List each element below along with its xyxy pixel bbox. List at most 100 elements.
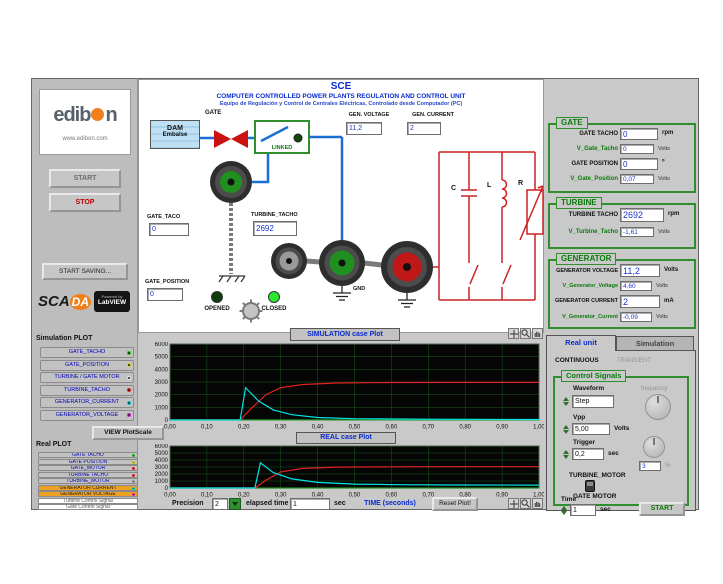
start-button[interactable]: START bbox=[49, 169, 121, 188]
vpp-label: Vpp bbox=[573, 414, 585, 421]
capacitor-label: C bbox=[451, 185, 456, 192]
linked-switch[interactable]: LINKED bbox=[254, 120, 310, 154]
turbine-tacho-readout-label: TURBINE TACHO bbox=[552, 212, 618, 218]
gate-position-readout-value: 0 bbox=[620, 158, 658, 170]
svg-text:0,90: 0,90 bbox=[496, 493, 508, 499]
pan-tool-icon[interactable] bbox=[532, 328, 543, 339]
svg-text:3000: 3000 bbox=[155, 465, 169, 471]
svg-text:0,50: 0,50 bbox=[349, 425, 361, 431]
svg-text:4000: 4000 bbox=[155, 367, 169, 373]
legend-item-real-gate-tacho[interactable]: GATE TACHO bbox=[38, 452, 138, 458]
start-saving-button[interactable]: START SAVING... bbox=[42, 263, 128, 280]
legend-item-gate-position[interactable]: GATE_POSITION bbox=[40, 360, 134, 371]
turbine-tacho-readout-unit: rpm bbox=[668, 211, 679, 217]
svg-text:0: 0 bbox=[165, 486, 169, 492]
legend-label: GENERATOR_CURRENT bbox=[55, 399, 119, 405]
legend-item-generator-voltage[interactable]: GENERATOR_VOLTAGE bbox=[40, 410, 134, 421]
legend-item-turbine-tacho[interactable]: TURBINE_TACHO bbox=[40, 385, 134, 396]
legend-item-gate-control-signal[interactable]: Gate Control Signal bbox=[38, 504, 138, 510]
time-field[interactable]: 1 bbox=[570, 504, 596, 516]
scada-text: SCA bbox=[38, 293, 70, 310]
real-chart[interactable]: 0,000,100,200,300,400,500,600,700,800,90… bbox=[144, 444, 544, 498]
edibon-logo: edibn bbox=[40, 104, 130, 127]
legend-item-real-gate-position[interactable]: GATE POSITION bbox=[38, 459, 138, 465]
legend-label: GENERATOR CURRENT bbox=[59, 485, 116, 491]
svg-text:0,00: 0,00 bbox=[164, 425, 176, 431]
svg-text:0,90: 0,90 bbox=[496, 425, 508, 431]
svg-text:0,60: 0,60 bbox=[386, 493, 398, 499]
elapsed-time-unit: sec bbox=[334, 500, 346, 507]
percent-knob[interactable] bbox=[643, 436, 665, 458]
pan-tool-icon[interactable] bbox=[532, 498, 543, 509]
legend-item-turbine-control-signal[interactable]: Turbine Control Signal bbox=[38, 498, 138, 504]
crosshair-tool-icon[interactable] bbox=[508, 498, 519, 509]
vpp-spinner[interactable] bbox=[562, 423, 570, 435]
legend-label: GENERATOR VOLTAGE bbox=[60, 491, 115, 497]
legend-item-real-turbine-tacho[interactable]: TURBINE TACHO bbox=[38, 472, 138, 478]
tab-real-unit[interactable]: Real unit bbox=[546, 335, 616, 351]
legend-item-real-generator-voltage[interactable]: GENERATOR VOLTAGE bbox=[38, 491, 138, 497]
waveform-select[interactable]: Step bbox=[572, 395, 614, 408]
edibon-logo-card: edibn www.edibon.com bbox=[39, 89, 131, 155]
turbine-motor-label: TURBINE_MOTOR bbox=[569, 472, 626, 479]
waveform-label: Waveform bbox=[573, 385, 604, 392]
svg-text:3000: 3000 bbox=[155, 380, 169, 386]
linked-label: LINKED bbox=[256, 145, 308, 151]
zoom-tool-icon[interactable] bbox=[520, 498, 531, 509]
elapsed-time-field[interactable]: 1 bbox=[290, 498, 330, 510]
logo-url: www.edibon.com bbox=[40, 136, 130, 142]
zoom-tool-icon[interactable] bbox=[520, 328, 531, 339]
legend-item-turbine-gate-motor[interactable]: TURBINE / GATE MOTOR bbox=[40, 372, 134, 383]
svg-text:5000: 5000 bbox=[155, 355, 169, 361]
legend-label: Turbine Control Signal bbox=[63, 498, 113, 504]
trigger-spinner[interactable] bbox=[562, 448, 570, 460]
control-signals-title: Control Signals bbox=[561, 370, 626, 382]
sce-application-window: edibn www.edibon.com START STOP START SA… bbox=[31, 78, 699, 510]
legend-color-dot bbox=[132, 454, 135, 457]
simulation-chart[interactable]: 0,000,100,200,300,400,500,600,700,800,90… bbox=[144, 342, 544, 430]
time-spinner[interactable] bbox=[560, 504, 568, 516]
gate-position-label: GATE_POSITION bbox=[145, 279, 189, 285]
v-gate-position-unit: Volts bbox=[658, 176, 670, 182]
legend-label: TURBINE / GATE MOTOR bbox=[54, 374, 119, 380]
trigger-field[interactable]: 0,2 bbox=[572, 448, 604, 460]
real-unit-panel: CONTINUOUS TRANSIENT Control Signals Wav… bbox=[546, 350, 696, 511]
waveform-spinner[interactable] bbox=[562, 395, 570, 408]
legend-item-real-gate-motor[interactable]: GATE_MOTOR bbox=[38, 465, 138, 471]
gate-tacho-value: 0 bbox=[620, 128, 658, 140]
precision-dropdown-arrow-icon[interactable] bbox=[229, 498, 241, 510]
transient-mode-label[interactable]: TRANSIENT bbox=[617, 358, 651, 364]
svg-text:0,70: 0,70 bbox=[422, 425, 434, 431]
resistor-label: R bbox=[518, 180, 523, 187]
gen-voltage-label: GEN. VOLTAGE bbox=[335, 112, 403, 118]
svg-text:0: 0 bbox=[165, 418, 169, 424]
time-unit: sec bbox=[600, 506, 611, 513]
dam-label: DAM bbox=[151, 125, 199, 132]
legend-color-dot bbox=[127, 351, 131, 355]
legend-color-dot bbox=[127, 376, 131, 380]
turbine-motor-toggle[interactable] bbox=[585, 480, 595, 492]
svg-text:1,00: 1,00 bbox=[533, 425, 544, 431]
svg-text:0,80: 0,80 bbox=[459, 425, 471, 431]
legend-item-generator-current[interactable]: GENERATOR_CURRENT bbox=[40, 397, 134, 408]
crosshair-tool-icon[interactable] bbox=[508, 328, 519, 339]
legend-item-real-turbine-motor[interactable]: TURBINE_MOTOR bbox=[38, 478, 138, 484]
v-gate-tacho-unit: Volts bbox=[658, 146, 670, 152]
generator-current-value: 2 bbox=[620, 295, 660, 308]
vpp-field[interactable]: 5,00 bbox=[572, 423, 610, 435]
trigger-unit: sec bbox=[608, 450, 619, 457]
real-plot-legend: GATE TACHO GATE POSITION GATE_MOTOR TURB… bbox=[38, 452, 138, 511]
frequency-knob[interactable] bbox=[645, 394, 671, 420]
stop-button[interactable]: STOP bbox=[49, 193, 121, 212]
legend-item-gate-tacho[interactable]: GATE_TACHO bbox=[40, 347, 134, 358]
continuous-mode-label[interactable]: CONTINUOUS bbox=[555, 357, 599, 364]
tab-simulation[interactable]: Simulation bbox=[616, 336, 694, 351]
labview-name: LabVIEW bbox=[94, 299, 130, 306]
reset-plot-button[interactable]: Reset Plot! bbox=[432, 497, 478, 511]
precision-select[interactable]: 2 bbox=[212, 498, 228, 510]
v-generator-current-unit: Volts bbox=[656, 314, 668, 320]
start-control-button[interactable]: START bbox=[639, 502, 685, 516]
dam-sublabel: Embalse bbox=[151, 132, 199, 138]
legend-item-real-generator-current[interactable]: GENERATOR CURRENT bbox=[38, 485, 138, 491]
generator-voltage-value: 11,2 bbox=[620, 264, 660, 277]
